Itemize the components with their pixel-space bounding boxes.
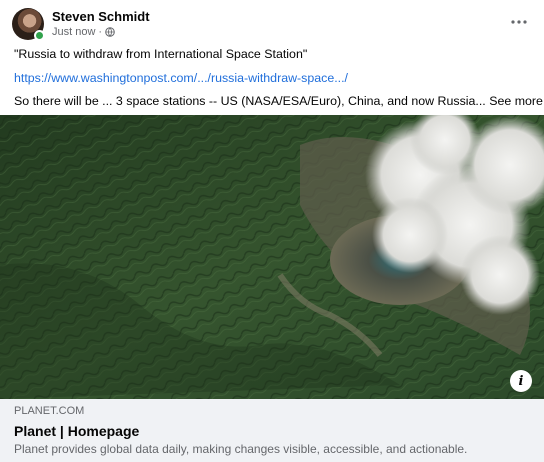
link-preview-image[interactable]: i [0,115,544,399]
more-horizontal-icon [511,20,527,24]
post-link[interactable]: https://www.washingtonpost.com/.../russi… [14,71,348,85]
timestamp[interactable]: Just now [52,26,95,38]
post-meta: Just now · [52,26,115,38]
post-text-body: So there will be ... 3 space stations --… [14,94,543,108]
globe-icon[interactable] [105,27,115,37]
link-preview-card[interactable]: PLANET.COM Planet | Homepage Planet prov… [0,399,544,462]
online-status-indicator [34,30,45,41]
post-header: Steven Schmidt Just now · [12,7,532,41]
info-icon: i [518,373,524,389]
more-options-button[interactable] [506,9,532,35]
post-text-quote: "Russia to withdraw from International S… [14,47,308,61]
post-text-body-content: So there will be ... 3 space stations --… [14,94,486,108]
info-button[interactable]: i [510,370,532,392]
meta-separator: · [98,26,103,38]
see-more-link[interactable]: See more [489,94,543,108]
link-preview-title[interactable]: Planet | Homepage [14,423,530,439]
satellite-photo [0,115,544,399]
author-name[interactable]: Steven Schmidt [52,9,150,24]
link-preview-description: Planet provides global data daily, makin… [14,442,468,456]
link-preview-domain: PLANET.COM [14,405,85,417]
avatar[interactable] [12,8,45,41]
